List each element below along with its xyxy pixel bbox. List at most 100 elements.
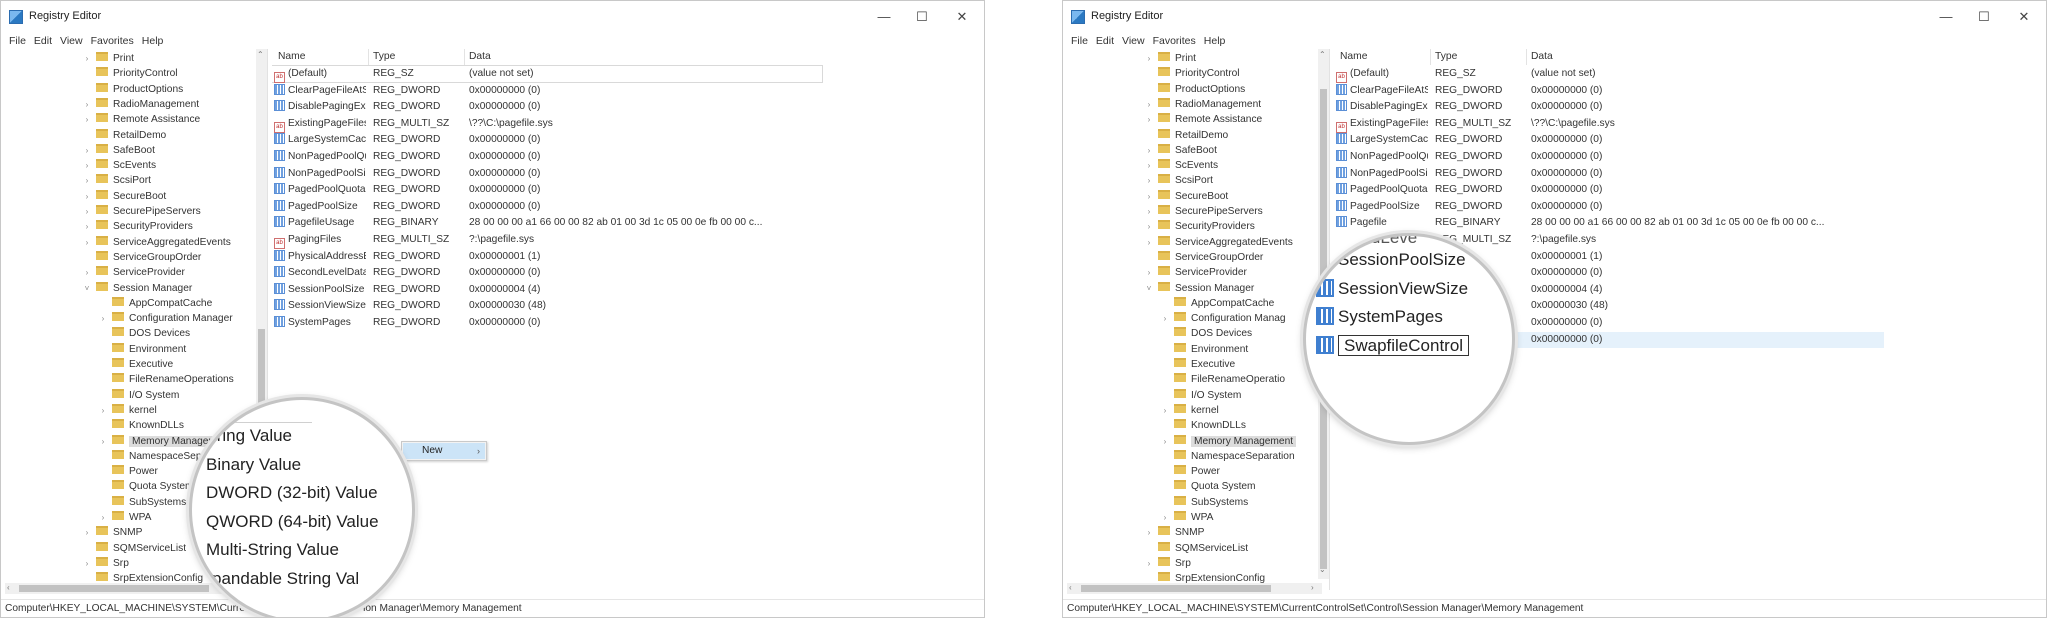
tree-key[interactable]: ProductOptions — [96, 82, 183, 97]
expand-chevron-icon[interactable]: › — [1160, 510, 1170, 525]
expand-chevron-icon[interactable]: › — [1144, 143, 1154, 158]
tree-key[interactable]: › ScEvents — [86, 158, 156, 173]
minimize-button[interactable]: — — [869, 7, 899, 27]
tree-key[interactable]: › kernel — [1164, 403, 1219, 418]
column-header-type[interactable]: Type — [373, 49, 395, 65]
tree-key[interactable]: PriorityControl — [96, 66, 178, 81]
expand-chevron-icon[interactable]: › — [1144, 158, 1154, 173]
expand-chevron-icon[interactable]: › — [1144, 556, 1154, 571]
tree-key[interactable]: SQMServiceList — [96, 541, 186, 556]
tree-key[interactable]: DOS Devices — [112, 326, 190, 341]
registry-value-row[interactable]: ab ExistingPageFiles REG_MULTI_SZ \??\C:\pa… — [1334, 116, 2046, 133]
zoomed-value-row[interactable]: SessionPoolSize — [1316, 250, 1466, 270]
registry-value-row[interactable]: NonPagedPoolSize REG_DWORD 0x00000000 (0) — [272, 166, 984, 182]
tree-key[interactable]: › Configuration Manager — [102, 311, 233, 326]
menu-edit[interactable]: Edit — [1088, 32, 1114, 50]
column-header-name[interactable]: Name — [1340, 49, 1367, 65]
tree-key[interactable]: DOS Devices — [1174, 326, 1252, 341]
menu-favorites[interactable]: Favorites — [1145, 32, 1196, 50]
expand-chevron-icon[interactable]: › — [82, 158, 92, 173]
scroll-down-icon[interactable]: ⌄ — [1319, 565, 1326, 574]
tree-key[interactable]: › WPA — [102, 510, 151, 525]
tree-key[interactable]: › Print — [1148, 51, 1196, 66]
registry-value-row[interactable]: ab (Default) REG_SZ (value not set) — [272, 65, 823, 83]
tree-key[interactable]: › Remote Assistance — [1148, 112, 1262, 127]
menu-view[interactable]: View — [1114, 32, 1145, 50]
expand-chevron-icon[interactable]: ˅ — [82, 281, 92, 296]
expand-chevron-icon[interactable]: › — [82, 97, 92, 112]
registry-value-row[interactable]: LargeSystemCache REG_DWORD 0x00000000 (0) — [1334, 132, 2046, 148]
expand-chevron-icon[interactable]: › — [82, 525, 92, 540]
expand-chevron-icon[interactable]: › — [98, 434, 108, 449]
expand-chevron-icon[interactable]: › — [82, 556, 92, 571]
scroll-up-icon[interactable]: ⌃ — [257, 50, 264, 59]
registry-value-row[interactable]: Pagefile REG_BINARY 28 00 00 00 a1 66 00 0… — [1334, 215, 2046, 231]
tree-key[interactable]: › ServiceProvider — [86, 265, 185, 280]
column-divider[interactable] — [464, 49, 465, 65]
registry-value-row[interactable]: SecondLevelDataCac... REG_DWORD 0x00000000… — [272, 265, 984, 281]
column-header-data[interactable]: Data — [1531, 49, 1553, 65]
tree-key[interactable]: KnownDLLs — [112, 418, 184, 433]
new-submenu-item[interactable]: tring Value — [212, 426, 292, 446]
registry-value-row[interactable]: PagedPoolQuota REG_DWORD 0x00000000 (0) — [1334, 182, 2046, 198]
tree-key[interactable]: › SecurePipeServers — [86, 204, 201, 219]
column-divider[interactable] — [368, 49, 369, 65]
expand-chevron-icon[interactable]: › — [1160, 403, 1170, 418]
tree-key[interactable]: SubSystems — [1174, 495, 1248, 510]
tree-key[interactable]: › ServiceAggregatedEvents — [1148, 235, 1293, 250]
tree-key[interactable]: › ScEvents — [1148, 158, 1218, 173]
tree-key[interactable]: Power — [1174, 464, 1220, 479]
expand-chevron-icon[interactable]: › — [82, 265, 92, 280]
new-submenu-item[interactable]: pandable String Val — [212, 569, 359, 589]
new-value-row[interactable]: SwapfileControl — [1316, 334, 1470, 356]
tree-key[interactable]: › SecurityProviders — [86, 219, 193, 234]
new-submenu-item[interactable]: QWORD (64-bit) Value — [206, 512, 379, 532]
new-submenu-item[interactable]: Binary Value — [206, 455, 301, 475]
registry-value-row[interactable]: SessionPoolSize REG_DWORD 0x00000004 (4) — [272, 282, 984, 298]
tree-key[interactable]: › ScsiPort — [86, 173, 151, 188]
expand-chevron-icon[interactable]: › — [1160, 434, 1170, 449]
tree-key[interactable]: › ServiceAggregatedEvents — [86, 235, 231, 250]
registry-value-row[interactable]: ab PagingFiles REG_MULTI_SZ ?:\pagefile.sys — [272, 232, 984, 249]
registry-value-row[interactable]: ab (Default) REG_SZ (value not set) — [1334, 66, 2046, 83]
expand-chevron-icon[interactable]: › — [82, 143, 92, 158]
tree-key[interactable]: Executive — [112, 357, 173, 372]
tree-key[interactable]: ˅ Session Manager — [1147, 281, 1254, 296]
registry-value-row[interactable]: DisablePagingExecut... REG_DWORD 0x0000000… — [272, 99, 984, 115]
menu-help[interactable]: Help — [1196, 32, 1226, 50]
registry-value-row[interactable]: NonPagedPoolSize REG_DWORD 0x00000000 (0) — [1334, 166, 2046, 182]
expand-chevron-icon[interactable]: › — [1144, 189, 1154, 204]
tree-key[interactable]: AppCompatCache — [112, 296, 212, 311]
tree-key[interactable]: › SNMP — [1148, 525, 1204, 540]
expand-chevron-icon[interactable]: › — [82, 219, 92, 234]
column-divider[interactable] — [1430, 49, 1431, 65]
scrollbar-thumb[interactable] — [1081, 585, 1271, 592]
tree-key[interactable]: › SecureBoot — [1148, 189, 1228, 204]
registry-value-row[interactable]: PagedPoolQuota REG_DWORD 0x00000000 (0) — [272, 182, 984, 198]
tree-key[interactable]: › RadioManagement — [1148, 97, 1261, 112]
close-button[interactable]: ✕ — [2009, 7, 2039, 27]
tree-key[interactable]: KnownDLLs — [1174, 418, 1246, 433]
expand-chevron-icon[interactable]: › — [98, 311, 108, 326]
expand-chevron-icon[interactable]: › — [1144, 525, 1154, 540]
expand-chevron-icon[interactable]: › — [1144, 173, 1154, 188]
tree-key[interactable]: › ScsiPort — [1148, 173, 1213, 188]
tree-key[interactable]: › Memory Management — [1164, 434, 1297, 449]
expand-chevron-icon[interactable]: › — [82, 112, 92, 127]
registry-value-row[interactable]: LargeSystemCache REG_DWORD 0x00000000 (0) — [272, 132, 984, 148]
menu-view[interactable]: View — [52, 32, 83, 50]
rename-input[interactable]: SwapfileControl — [1338, 334, 1470, 356]
menu-favorites[interactable]: Favorites — [83, 32, 134, 50]
tree-key[interactable]: RetailDemo — [96, 128, 166, 143]
tree-key[interactable]: › Srp — [86, 556, 129, 571]
column-divider[interactable] — [1526, 49, 1527, 65]
tree-key[interactable]: Environment — [1174, 342, 1248, 357]
column-header-name[interactable]: Name — [278, 49, 305, 65]
registry-value-row[interactable]: SessionViewSize REG_DWORD 0x00000030 (48) — [272, 298, 984, 314]
maximize-button[interactable]: ☐ — [907, 7, 937, 27]
scroll-right-icon[interactable]: › — [1311, 583, 1314, 592]
expand-chevron-icon[interactable]: › — [1144, 204, 1154, 219]
tree-key[interactable]: PriorityControl — [1158, 66, 1240, 81]
column-header-type[interactable]: Type — [1435, 49, 1457, 65]
registry-value-row[interactable]: ClearPageFileAtShut... REG_DWORD 0x0000000… — [1334, 83, 2046, 99]
